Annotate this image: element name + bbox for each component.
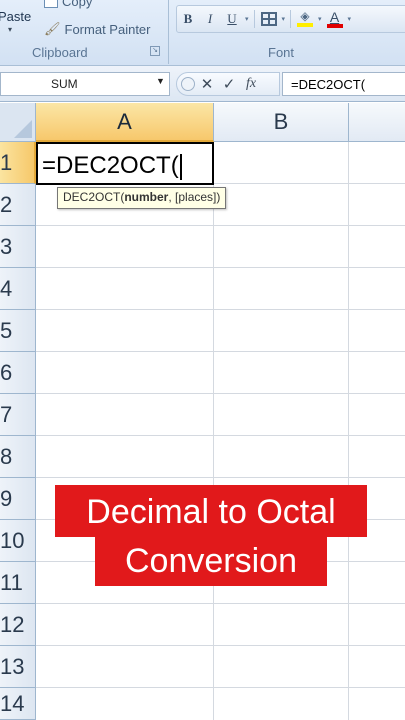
name-box-dropdown-icon[interactable]: ▼ bbox=[156, 76, 165, 86]
function-argument-tooltip: DEC2OCT(number, [places]) bbox=[57, 187, 227, 209]
column-header-a[interactable]: A bbox=[36, 103, 214, 142]
fill-color-icon: ◈ bbox=[296, 10, 314, 28]
format-painter-button[interactable]: 🖌 Format Painter bbox=[44, 21, 151, 37]
font-color-icon: A bbox=[326, 10, 344, 28]
bold-button[interactable]: B bbox=[177, 8, 199, 30]
font-color-button[interactable]: A bbox=[324, 8, 346, 30]
copy-icon bbox=[44, 0, 58, 8]
tooltip-remaining-arguments: , [places]) bbox=[168, 190, 221, 204]
toolbar-divider bbox=[253, 10, 255, 28]
ribbon: Paste ▾ Copy 🖌 Format Painter Clipboard … bbox=[0, 0, 405, 66]
fill-color-dropdown-icon[interactable]: ▾ bbox=[318, 15, 322, 23]
group-divider bbox=[168, 0, 169, 64]
borders-dropdown-icon[interactable]: ▾ bbox=[282, 15, 286, 23]
column-header-c[interactable] bbox=[349, 103, 405, 142]
clipboard-dialog-launcher-icon[interactable]: ↘ bbox=[150, 46, 160, 56]
tooltip-current-argument[interactable]: number bbox=[124, 190, 168, 204]
row-header[interactable]: 6 bbox=[0, 352, 36, 394]
paste-dropdown-icon[interactable]: ▾ bbox=[8, 25, 12, 34]
row-header[interactable]: 3 bbox=[0, 226, 36, 268]
row-header[interactable]: 7 bbox=[0, 394, 36, 436]
row-header[interactable]: 11 bbox=[0, 562, 36, 604]
enter-button[interactable]: ✓ bbox=[221, 75, 237, 93]
formula-bar-buttons: ✕ ✓ fx bbox=[176, 72, 280, 96]
underline-dropdown-icon[interactable]: ▾ bbox=[245, 15, 249, 23]
italic-button[interactable]: I bbox=[199, 8, 221, 30]
fill-color-swatch bbox=[297, 23, 314, 27]
cell-a1-content: =DEC2OCT( bbox=[42, 152, 179, 179]
caption-line-2: Conversion bbox=[95, 537, 327, 586]
formula-bar: SUM ▼ ✕ ✓ fx =DEC2OCT( bbox=[0, 66, 405, 102]
row-header[interactable]: 2 bbox=[0, 184, 36, 226]
formula-bar-grip[interactable] bbox=[181, 77, 195, 91]
cancel-button[interactable]: ✕ bbox=[199, 75, 215, 93]
toolbar-divider bbox=[290, 10, 292, 28]
font-color-swatch bbox=[326, 24, 343, 28]
row-header[interactable]: 12 bbox=[0, 604, 36, 646]
formula-input[interactable]: =DEC2OCT( bbox=[282, 72, 405, 96]
copy-label: Copy bbox=[62, 0, 93, 9]
row-header[interactable]: 9 bbox=[0, 478, 36, 520]
text-cursor bbox=[179, 153, 182, 180]
font-group-label: Font bbox=[268, 45, 295, 60]
borders-icon bbox=[260, 12, 277, 26]
row-header[interactable]: 14 bbox=[0, 688, 36, 720]
column-header-b[interactable]: B bbox=[214, 103, 349, 142]
row-header[interactable]: 1 bbox=[0, 142, 36, 184]
tooltip-function: DEC2OCT( bbox=[63, 190, 125, 204]
format-painter-label: Format Painter bbox=[64, 21, 151, 37]
font-color-dropdown-icon[interactable]: ▾ bbox=[348, 15, 352, 23]
clipboard-group-label: Clipboard bbox=[32, 45, 88, 60]
name-box[interactable]: SUM bbox=[0, 72, 170, 96]
row-header[interactable]: 5 bbox=[0, 310, 36, 352]
paste-button[interactable]: Paste bbox=[0, 9, 31, 24]
video-caption: Decimal to Octal Conversion bbox=[55, 485, 367, 586]
insert-function-button[interactable]: fx bbox=[243, 76, 259, 92]
borders-button[interactable] bbox=[258, 8, 280, 30]
fill-color-button[interactable]: ◈ bbox=[294, 8, 316, 30]
row-header[interactable]: 10 bbox=[0, 520, 36, 562]
copy-button[interactable]: Copy bbox=[44, 0, 92, 9]
font-format-toolbar: B I U ▾ ▾ ◈ ▾ A ▾ bbox=[176, 5, 405, 33]
caption-line-1: Decimal to Octal bbox=[55, 485, 367, 537]
underline-button[interactable]: U bbox=[221, 8, 243, 30]
format-painter-icon: 🖌 bbox=[44, 21, 61, 36]
worksheet-grid[interactable] bbox=[36, 142, 405, 720]
active-cell-a1[interactable]: =DEC2OCT( bbox=[36, 142, 214, 185]
row-header[interactable]: 8 bbox=[0, 436, 36, 478]
row-header[interactable]: 13 bbox=[0, 646, 36, 688]
row-header[interactable]: 4 bbox=[0, 268, 36, 310]
select-all-corner[interactable] bbox=[0, 103, 36, 142]
